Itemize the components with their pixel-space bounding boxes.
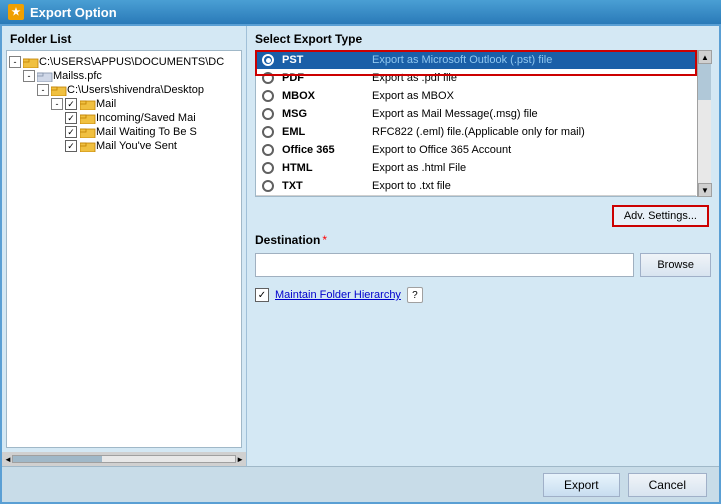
folder-tree[interactable]: - C:\USERS\APPUS\DOCUMENTS\DC - Mail: [6, 50, 242, 448]
folder-hscrollbar[interactable]: ◄ ►: [2, 452, 246, 466]
scroll-left-arrow[interactable]: ◄: [4, 455, 12, 464]
maintain-row: ✓ Maintain Folder Hierarchy ?: [255, 287, 711, 303]
tree-label-shivendra: C:\Users\shivendra\Desktop: [67, 84, 204, 96]
folder-icon-waiting: [80, 126, 96, 138]
export-type-html: HTML: [282, 162, 372, 174]
export-desc-pdf: Export as .pdf file: [372, 72, 690, 84]
checkbox-sent[interactable]: ✓: [65, 140, 77, 152]
cancel-button[interactable]: Cancel: [628, 473, 707, 497]
export-row-o365[interactable]: Office 365 Export to Office 365 Account: [256, 141, 696, 159]
adv-settings-row: Adv. Settings...: [255, 205, 711, 227]
export-button[interactable]: Export: [543, 473, 620, 497]
radio-mbox[interactable]: [262, 90, 274, 102]
destination-input[interactable]: [255, 253, 634, 277]
export-row-pdf[interactable]: PDF Export as .pdf file: [256, 69, 696, 87]
expand-shivendra[interactable]: -: [37, 84, 49, 96]
export-type-pdf: PDF: [282, 72, 372, 84]
tree-item-mail[interactable]: - ✓ Mail: [7, 97, 241, 111]
export-panel-title: Select Export Type: [247, 26, 719, 50]
scroll-track-v[interactable]: [698, 64, 711, 183]
export-vscrollbar[interactable]: ▲ ▼: [697, 50, 711, 197]
radio-pdf[interactable]: [262, 72, 274, 84]
destination-label-row: Destination*: [255, 233, 711, 247]
app-icon: ★: [8, 4, 24, 20]
tree-item-waiting[interactable]: ✓ Mail Waiting To Be S: [7, 125, 241, 139]
tree-label-sent: Mail You've Sent: [96, 140, 177, 152]
dialog: Folder List - C:\USERS\APPUS\DOCUMENTS\D…: [0, 24, 721, 504]
title-bar: ★ Export Option: [0, 0, 721, 24]
export-desc-eml: RFC822 (.eml) file.(Applicable only for …: [372, 126, 690, 138]
radio-html[interactable]: [262, 162, 274, 174]
content-area: Folder List - C:\USERS\APPUS\DOCUMENTS\D…: [2, 26, 719, 466]
export-row-pst[interactable]: PST Export as Microsoft Outlook (.pst) f…: [256, 51, 696, 69]
tree-item-incoming[interactable]: ✓ Incoming/Saved Mai: [7, 111, 241, 125]
destination-row: Browse: [255, 253, 711, 277]
bottom-area: Adv. Settings... Destination* Browse ✓ M…: [247, 201, 719, 307]
export-type-mbox: MBOX: [282, 90, 372, 102]
browse-button[interactable]: Browse: [640, 253, 711, 277]
export-row-mbox[interactable]: MBOX Export as MBOX: [256, 87, 696, 105]
help-badge[interactable]: ?: [407, 287, 423, 303]
tree-label-waiting: Mail Waiting To Be S: [96, 126, 197, 138]
export-desc-txt: Export to .txt file: [372, 180, 690, 192]
radio-o365[interactable]: [262, 144, 274, 156]
export-row-eml[interactable]: EML RFC822 (.eml) file.(Applicable only …: [256, 123, 696, 141]
tree-label-root: C:\USERS\APPUS\DOCUMENTS\DC: [39, 56, 224, 68]
expand-mail[interactable]: -: [51, 98, 63, 110]
export-row-html[interactable]: HTML Export as .html File: [256, 159, 696, 177]
radio-txt[interactable]: [262, 180, 274, 192]
export-desc-pst: Export as Microsoft Outlook (.pst) file: [372, 54, 690, 66]
export-type-msg: MSG: [282, 108, 372, 120]
tree-label-mailss: Mailss.pfc: [53, 70, 102, 82]
scroll-thumb: [13, 456, 102, 462]
export-type-eml: EML: [282, 126, 372, 138]
export-desc-html: Export as .html File: [372, 162, 690, 174]
maintain-checkbox[interactable]: ✓: [255, 288, 269, 302]
tree-item-sent[interactable]: ✓ Mail You've Sent: [7, 139, 241, 153]
checkbox-incoming[interactable]: ✓: [65, 112, 77, 124]
tree-label-incoming: Incoming/Saved Mai: [96, 112, 196, 124]
export-type-o365: Office 365: [282, 144, 372, 156]
tree-label-mail: Mail: [96, 98, 116, 110]
required-star: *: [322, 233, 327, 247]
export-panel: Select Export Type PST Export as Microso…: [247, 26, 719, 466]
export-desc-mbox: Export as MBOX: [372, 90, 690, 102]
adv-settings-button[interactable]: Adv. Settings...: [612, 205, 709, 227]
dialog-title: Export Option: [30, 5, 117, 20]
scroll-thumb-v: [698, 64, 711, 100]
export-row-msg[interactable]: MSG Export as Mail Message(.msg) file: [256, 105, 696, 123]
checkbox-waiting[interactable]: ✓: [65, 126, 77, 138]
folder-icon-incoming: [80, 112, 96, 124]
scroll-down-arrow[interactable]: ▼: [698, 183, 712, 197]
folder-icon-root: [23, 56, 39, 68]
folder-icon-mail: [80, 98, 96, 110]
tree-item-shivendra[interactable]: - C:\Users\shivendra\Desktop: [7, 83, 241, 97]
export-desc-msg: Export as Mail Message(.msg) file: [372, 108, 690, 120]
footer: Export Cancel: [2, 466, 719, 502]
folder-icon-sent: [80, 140, 96, 152]
scroll-up-arrow[interactable]: ▲: [698, 50, 712, 64]
destination-label: Destination: [255, 233, 320, 247]
folder-panel: Folder List - C:\USERS\APPUS\DOCUMENTS\D…: [2, 26, 247, 466]
folder-icon-mailss: [37, 70, 53, 82]
export-type-list[interactable]: PST Export as Microsoft Outlook (.pst) f…: [255, 50, 711, 197]
radio-pst[interactable]: [262, 54, 274, 66]
checkbox-mail[interactable]: ✓: [65, 98, 77, 110]
maintain-label[interactable]: Maintain Folder Hierarchy: [275, 289, 401, 301]
folder-panel-title: Folder List: [2, 26, 246, 50]
tree-item-root[interactable]: - C:\USERS\APPUS\DOCUMENTS\DC: [7, 55, 241, 69]
folder-icon-shivendra: [51, 84, 67, 96]
scroll-track[interactable]: [12, 455, 236, 463]
expand-mailss[interactable]: -: [23, 70, 35, 82]
export-desc-o365: Export to Office 365 Account: [372, 144, 690, 156]
export-row-txt[interactable]: TXT Export to .txt file: [256, 177, 696, 196]
expand-root[interactable]: -: [9, 56, 21, 68]
export-type-txt: TXT: [282, 180, 372, 192]
scroll-right-arrow[interactable]: ►: [236, 455, 244, 464]
export-type-pst: PST: [282, 54, 372, 66]
tree-item-mailss[interactable]: - Mailss.pfc: [7, 69, 241, 83]
radio-eml[interactable]: [262, 126, 274, 138]
radio-msg[interactable]: [262, 108, 274, 120]
